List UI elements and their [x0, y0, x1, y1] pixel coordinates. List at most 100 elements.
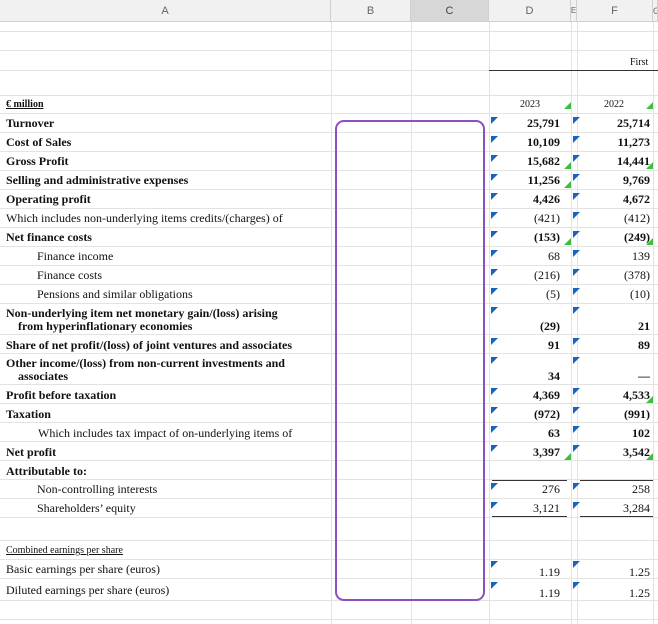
cell-2022[interactable]: (10)	[630, 288, 650, 300]
cell-2023[interactable]: 3,397	[533, 446, 560, 458]
row-label: Attributable to:	[6, 464, 87, 478]
cell-2023[interactable]: (5)	[546, 288, 560, 300]
comment-marker-icon	[491, 307, 498, 314]
cell-2023[interactable]: 10,109	[527, 136, 560, 148]
cell-2023[interactable]: (421)	[534, 212, 560, 224]
cell-2023[interactable]: 1.19	[539, 587, 560, 599]
cell-2022[interactable]: (412)	[624, 212, 650, 224]
row-label-continued: from hyperinflationary economies	[18, 319, 193, 333]
cell-2022[interactable]: —	[638, 370, 650, 382]
comment-marker-icon	[491, 174, 498, 181]
cell-2022[interactable]: 4,672	[623, 193, 650, 205]
comment-marker-icon	[491, 502, 498, 509]
comment-marker-icon	[573, 250, 580, 257]
cell-2022[interactable]: 89	[638, 339, 650, 351]
gridline	[0, 208, 658, 209]
column-header-b[interactable]: B	[331, 0, 411, 22]
comment-marker-icon	[573, 357, 580, 364]
comment-marker-icon	[573, 561, 580, 568]
gridline	[0, 170, 658, 171]
cell-2023[interactable]: 91	[548, 339, 560, 351]
comment-marker-icon	[573, 582, 580, 589]
cell-2022[interactable]: 102	[632, 427, 650, 439]
gridline	[0, 441, 658, 442]
cell-2022[interactable]: 11,273	[618, 136, 650, 148]
cell-2023[interactable]: 4,426	[533, 193, 560, 205]
unit-label: € million	[6, 99, 44, 110]
comment-marker-icon	[491, 582, 498, 589]
comment-marker-icon	[491, 338, 498, 345]
comment-marker-icon	[573, 269, 580, 276]
gridline	[0, 403, 658, 404]
subtotal-rule	[580, 480, 653, 481]
column-header-f[interactable]: F	[577, 0, 653, 22]
cell-2023[interactable]: 4,369	[533, 389, 560, 401]
comment-marker-icon	[573, 174, 580, 181]
gridline	[0, 334, 658, 335]
comment-marker-icon	[491, 407, 498, 414]
comment-marker-icon	[491, 212, 498, 219]
cell-2023[interactable]: 15,682	[527, 155, 560, 167]
green-marker-icon	[564, 238, 571, 245]
comment-marker-icon	[491, 250, 498, 257]
comment-marker-icon	[573, 502, 580, 509]
row-label: Selling and administrative expenses	[6, 173, 189, 187]
gridline	[0, 498, 658, 499]
cell-2023[interactable]: 25,791	[527, 117, 560, 129]
gridline	[0, 619, 658, 620]
gridline	[0, 113, 658, 114]
cell-2022[interactable]: 3,284	[623, 502, 650, 514]
comment-marker-icon	[573, 288, 580, 295]
cell-2022[interactable]: 258	[632, 483, 650, 495]
total-rule	[580, 516, 653, 517]
cell-2022[interactable]: 25,714	[617, 117, 650, 129]
cell-2022[interactable]: (991)	[624, 408, 650, 420]
cell-2023[interactable]: 11,256	[528, 174, 560, 186]
comment-marker-icon	[491, 117, 498, 124]
row-label: Basic earnings per share (euros)	[6, 562, 160, 576]
cell-2023[interactable]: 34	[548, 370, 560, 382]
row-label: Shareholders’ equity	[37, 501, 136, 515]
cell-2023[interactable]: 63	[548, 427, 560, 439]
cell-2023[interactable]: (29)	[540, 320, 560, 332]
column-header-a[interactable]: A	[0, 0, 331, 22]
row-label: Which includes non-underlying items cred…	[6, 211, 283, 225]
cell-2023[interactable]: 276	[542, 483, 560, 495]
selection-outline[interactable]	[335, 120, 485, 601]
cell-2022[interactable]: 139	[632, 250, 650, 262]
cell-2023[interactable]: (972)	[534, 408, 560, 420]
comment-marker-icon	[573, 307, 580, 314]
cell-2023[interactable]: (216)	[534, 269, 560, 281]
cell-2022[interactable]: 1.25	[629, 566, 650, 578]
cell-2022[interactable]: 21	[638, 320, 650, 332]
green-marker-icon	[646, 238, 653, 245]
gridline	[0, 422, 658, 423]
row-label: Operating profit	[6, 192, 91, 206]
cell-2023[interactable]: 68	[548, 250, 560, 262]
cell-2022[interactable]: 1.25	[629, 587, 650, 599]
comment-marker-icon	[491, 445, 498, 452]
cell-2023[interactable]: 1.19	[539, 566, 560, 578]
comment-marker-icon	[491, 388, 498, 395]
column-header-g[interactable]: G	[653, 0, 658, 22]
column-header-d[interactable]: D	[489, 0, 571, 22]
gridline	[0, 246, 658, 247]
comment-marker-icon	[573, 231, 580, 238]
green-marker-icon	[564, 162, 571, 169]
row-label: Diluted earnings per share (euros)	[6, 583, 170, 597]
cell-2023[interactable]: (153)	[534, 231, 560, 243]
row-label: Pensions and similar obligations	[37, 287, 193, 301]
row-label: Share of net profit/(loss) of joint vent…	[6, 338, 292, 352]
comment-marker-icon	[491, 231, 498, 238]
cell-2022[interactable]: (378)	[624, 269, 650, 281]
gridline	[0, 600, 658, 601]
gridline	[0, 151, 658, 152]
total-rule	[492, 516, 567, 517]
cell-2022[interactable]: 9,769	[623, 174, 650, 186]
green-marker-icon	[646, 162, 653, 169]
column-header-c[interactable]: C	[411, 0, 489, 22]
cell-2023[interactable]: 3,121	[533, 502, 560, 514]
green-marker-icon	[646, 396, 653, 403]
row-label: Non-underlying item net monetary gain/(l…	[6, 306, 278, 320]
comment-marker-icon	[573, 407, 580, 414]
